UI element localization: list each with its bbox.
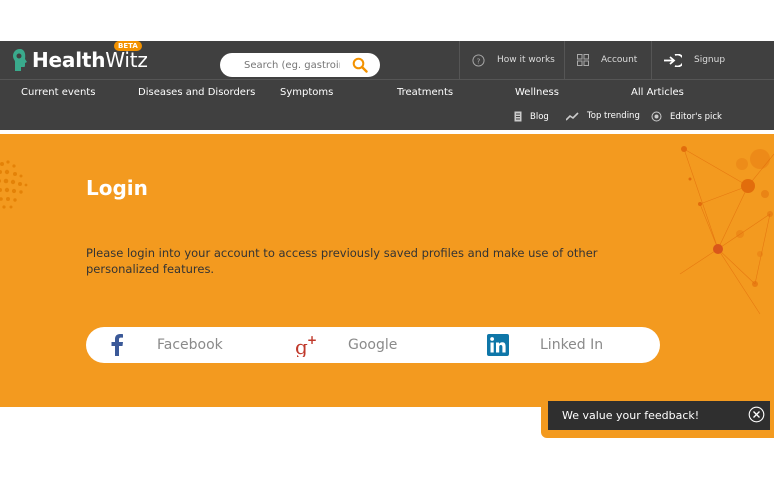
social-login-bar: Facebook g + Google Linked In — [86, 327, 660, 363]
editors-pick-link[interactable]: Editor's pick — [651, 111, 722, 122]
menu-diseases[interactable]: Diseases and Disorders — [138, 87, 255, 98]
page-title: Login — [86, 176, 148, 200]
account-label: Account — [601, 55, 638, 65]
trending-icon — [566, 111, 579, 121]
close-icon[interactable] — [748, 406, 765, 423]
feedback-widget[interactable]: We value your feedback! — [548, 401, 770, 430]
sub-menu: Blog Top trending Editor's pick — [0, 105, 774, 130]
how-it-works-link[interactable]: ? How it works — [459, 41, 564, 79]
login-description: Please login into your account to access… — [86, 246, 598, 276]
page: HealthWitz BETA ? How it works A — [0, 0, 774, 480]
blog-icon — [514, 111, 522, 122]
editors-pick-label: Editor's pick — [670, 111, 722, 122]
blog-link[interactable]: Blog — [514, 111, 549, 122]
top-trending-label: Top trending — [587, 111, 640, 121]
linkedin-icon — [487, 334, 509, 356]
signup-link[interactable]: Signup — [651, 41, 774, 79]
facebook-login-button[interactable]: Facebook — [110, 327, 223, 363]
linkedin-label: Linked In — [540, 337, 604, 353]
google-label: Google — [348, 337, 398, 353]
feedback-label: We value your feedback! — [562, 409, 700, 422]
menu-treatments[interactable]: Treatments — [397, 87, 453, 98]
how-it-works-label: How it works — [497, 55, 555, 65]
decorative-network-right — [679, 146, 774, 315]
google-login-button[interactable]: g + Google — [295, 327, 397, 363]
google-plus-icon: g + — [295, 333, 317, 357]
beta-badge: BETA — [114, 41, 142, 51]
facebook-label: Facebook — [157, 337, 223, 353]
head-logo-icon — [13, 49, 27, 71]
top-trending-link[interactable]: Top trending — [566, 111, 640, 121]
grid-icon — [577, 54, 589, 66]
blog-label: Blog — [530, 111, 549, 122]
search-input[interactable] — [244, 59, 340, 71]
signup-label: Signup — [694, 55, 726, 65]
search-box[interactable] — [220, 53, 380, 77]
menu-current-events[interactable]: Current events — [21, 87, 95, 98]
account-link[interactable]: Account — [564, 41, 651, 79]
linkedin-login-button[interactable]: Linked In — [487, 327, 603, 363]
target-icon — [651, 111, 662, 122]
brand-name: HealthWitz — [32, 48, 148, 72]
search-icon[interactable] — [352, 57, 368, 73]
menu-all-articles[interactable]: All Articles — [631, 87, 684, 98]
decorative-dots-left — [0, 160, 28, 209]
signup-arrow-icon — [664, 53, 682, 67]
question-circle-icon: ? — [472, 53, 485, 67]
svg-text:?: ? — [477, 56, 481, 65]
main-menu: Current events Diseases and Disorders Sy… — [0, 79, 774, 105]
facebook-icon — [111, 334, 123, 356]
menu-symptoms[interactable]: Symptoms — [280, 87, 333, 98]
login-panel: Login Please login into your account to … — [0, 134, 774, 407]
svg-text:+: + — [307, 333, 317, 347]
menu-wellness[interactable]: Wellness — [515, 87, 559, 98]
top-header: HealthWitz BETA ? How it works A — [0, 41, 774, 79]
